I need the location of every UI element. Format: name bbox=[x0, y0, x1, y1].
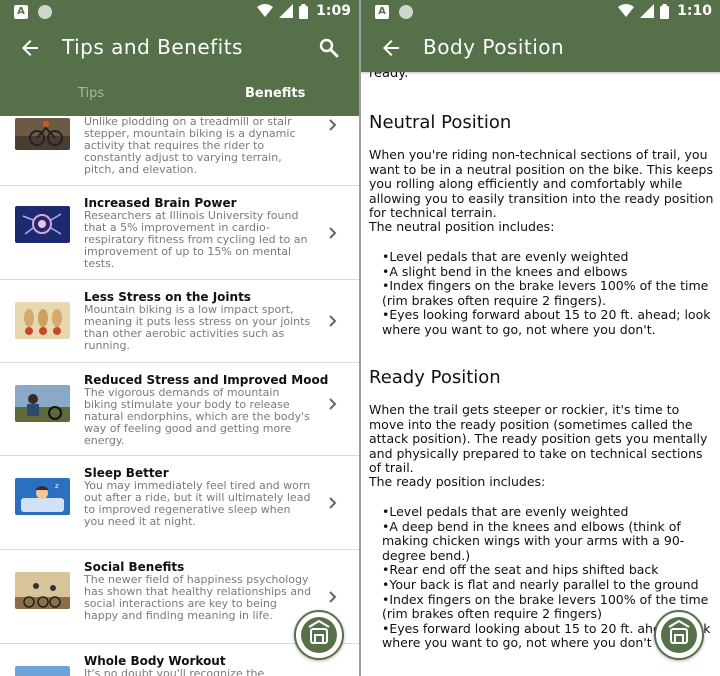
status-bar: A 1:10 bbox=[361, 0, 720, 24]
bullet-list: •Level pedals that are evenly weighted •… bbox=[382, 249, 716, 338]
wifi-icon bbox=[618, 4, 635, 17]
benefit-title: Social Benefits bbox=[84, 560, 185, 574]
bullet-item: •A slight bend in the knees and elbows bbox=[382, 263, 628, 279]
benefit-thumbnail bbox=[15, 302, 70, 339]
bike-park-logo-icon bbox=[661, 617, 697, 653]
list-item[interactable]: Less Stress on the Joints Mountain bikin… bbox=[0, 280, 359, 363]
svg-text:z: z bbox=[55, 482, 59, 490]
clock: 1:09 bbox=[316, 3, 351, 19]
benefit-description: Mountain biking is a low impact sport, m… bbox=[84, 303, 311, 352]
benefit-title: Sleep Better bbox=[84, 466, 169, 480]
chevron-right-icon bbox=[329, 227, 337, 239]
bullet-item: •Rear end off the seat and hips shifted … bbox=[382, 562, 659, 578]
benefit-title: Reduced Stress and Improved Mood bbox=[84, 373, 329, 387]
benefit-description: Unlike plodding on a treadmill or stair … bbox=[84, 116, 296, 176]
list-item[interactable]: z Sleep Better You may immediately feel … bbox=[0, 456, 359, 550]
section-heading: Ready Position bbox=[369, 367, 501, 388]
bullet-item: •A deep bend in the knees and elbows (th… bbox=[382, 518, 685, 563]
notification-dot-icon bbox=[399, 5, 413, 19]
bike-park-logo-icon bbox=[301, 617, 337, 653]
battery-icon bbox=[660, 3, 670, 19]
bullet-item: •Level pedals that are evenly weighted bbox=[382, 504, 629, 519]
section-includes: The neutral position includes: bbox=[369, 219, 555, 234]
tab-tips[interactable]: Tips bbox=[78, 86, 104, 101]
clock: 1:10 bbox=[677, 3, 712, 19]
benefit-thumbnail bbox=[15, 118, 70, 150]
section-intro: When you're riding non-technical section… bbox=[369, 147, 714, 221]
notification-app-icon: A bbox=[375, 5, 389, 19]
benefits-screen: A 1:09 Tips and Benefits Tips Benefits U… bbox=[0, 0, 359, 676]
benefit-thumbnail: z bbox=[15, 478, 70, 515]
list-item[interactable]: Unlike plodding on a treadmill or stair … bbox=[0, 116, 359, 186]
app-bar: Tips and Benefits bbox=[0, 24, 359, 72]
benefit-title: Whole Body Workout bbox=[84, 654, 226, 668]
battery-icon bbox=[299, 3, 309, 19]
benefit-thumbnail bbox=[15, 206, 70, 243]
app-bar-shadow bbox=[361, 72, 720, 75]
benefit-title: Less Stress on the Joints bbox=[84, 290, 251, 304]
section-includes: The ready position includes: bbox=[369, 474, 546, 489]
wifi-icon bbox=[257, 4, 274, 17]
benefit-thumbnail bbox=[15, 385, 70, 422]
article-content: ready. Neutral Position When you're ridi… bbox=[361, 72, 720, 676]
back-arrow-icon[interactable] bbox=[18, 36, 42, 60]
notification-app-icon: A bbox=[14, 5, 28, 19]
tab-bar: Tips Benefits bbox=[0, 72, 359, 116]
chevron-right-icon bbox=[329, 315, 337, 327]
benefit-description: It's no doubt you'll recognize the bbox=[84, 667, 265, 676]
chevron-right-icon bbox=[329, 398, 337, 410]
benefit-description: The vigorous demands of mountain biking … bbox=[84, 386, 310, 447]
benefits-list: Unlike plodding on a treadmill or stair … bbox=[0, 116, 359, 676]
benefit-description: You may immediately feel tired and worn … bbox=[84, 479, 311, 528]
back-arrow-icon[interactable] bbox=[379, 36, 403, 60]
bullet-item: •Level pedals that are evenly weighted bbox=[382, 249, 629, 264]
section-intro: When the trail gets steeper or rockier, … bbox=[369, 402, 708, 476]
signal-icon bbox=[640, 4, 655, 18]
list-item[interactable]: Reduced Stress and Improved Mood The vig… bbox=[0, 363, 359, 456]
section-heading: Neutral Position bbox=[369, 112, 512, 133]
signal-icon bbox=[279, 4, 294, 18]
benefit-title: Increased Brain Power bbox=[84, 196, 237, 210]
page-title: Body Position bbox=[423, 35, 565, 59]
body-position-screen: ready. Neutral Position When you're ridi… bbox=[361, 0, 720, 676]
tab-benefits[interactable]: Benefits bbox=[245, 86, 305, 101]
bullet-item: •Index fingers on the brake levers 100% … bbox=[382, 278, 709, 308]
list-item[interactable]: Increased Brain Power Researchers at Ill… bbox=[0, 186, 359, 280]
page-title: Tips and Benefits bbox=[62, 35, 243, 59]
trail-app-fab[interactable] bbox=[654, 610, 704, 660]
benefit-thumbnail bbox=[15, 666, 70, 676]
search-icon[interactable] bbox=[317, 36, 341, 60]
bullet-item: •Your back is flat and nearly parallel t… bbox=[382, 576, 699, 592]
app-bar: Body Position bbox=[361, 24, 720, 72]
chevron-right-icon bbox=[329, 119, 337, 131]
bullet-item: •Eyes looking forward about 15 to 20 ft.… bbox=[382, 307, 711, 337]
trail-app-fab[interactable] bbox=[294, 610, 344, 660]
benefit-thumbnail bbox=[15, 572, 70, 609]
notification-dot-icon bbox=[38, 5, 52, 19]
benefit-description: The newer field of happiness psychology … bbox=[84, 573, 312, 622]
chevron-right-icon bbox=[329, 497, 337, 509]
chevron-right-icon bbox=[329, 591, 337, 603]
benefit-description: Researchers at Illinois University found… bbox=[84, 209, 308, 270]
status-bar: A 1:09 bbox=[0, 0, 359, 24]
